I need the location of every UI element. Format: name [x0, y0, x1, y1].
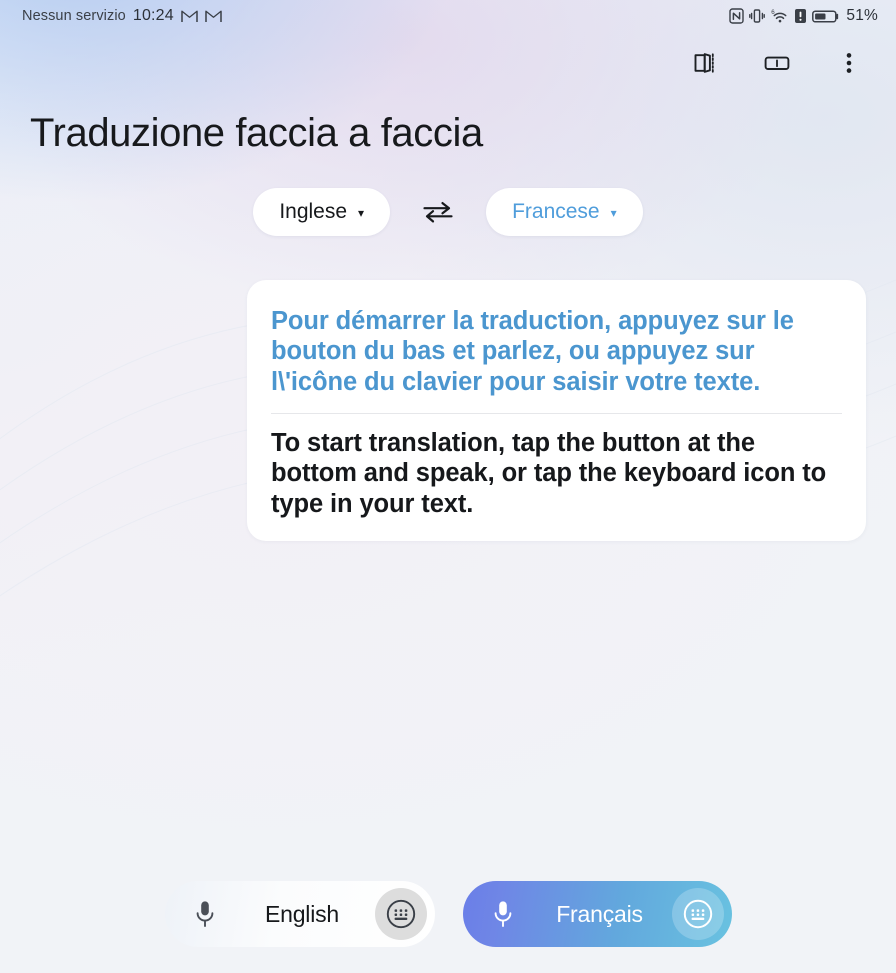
status-bar-right: 6 51%	[729, 7, 878, 25]
source-speak-button[interactable]: English	[165, 881, 435, 947]
bottom-action-bar: English Français	[0, 881, 896, 947]
translate-app-screen: Nessun servizio 10:24 6 51% Traduzione f…	[0, 0, 896, 973]
card-divider	[271, 413, 842, 415]
source-language-label: Inglese	[279, 200, 348, 223]
target-speak-label: Français	[556, 900, 643, 927]
microphone-icon	[494, 901, 512, 927]
more-vertical-icon-button[interactable]	[826, 40, 872, 86]
keyboard-icon	[683, 899, 713, 929]
flex-mode-book-icon	[694, 53, 714, 73]
wifi-6-icon: 6	[772, 9, 787, 23]
translated-instruction-text: Pour démarrer la traduction, appuyez sur…	[271, 307, 794, 396]
target-keyboard-button[interactable]	[672, 888, 724, 940]
keyboard-icon	[386, 899, 416, 929]
source-mic-icon-wrap[interactable]	[181, 899, 229, 929]
split-screen-icon-button[interactable]	[754, 40, 800, 86]
status-bar-left: Nessun servizio 10:24	[22, 7, 222, 25]
swap-horizontal-icon	[423, 202, 453, 223]
nfc-icon	[729, 8, 745, 24]
flex-mode-book-icon-button[interactable]	[682, 40, 728, 86]
language-selector-row: Inglese ▾ Francese ▾	[0, 188, 896, 236]
target-mic-icon-wrap[interactable]	[479, 899, 527, 929]
source-instruction-text: To start translation, tap the button at …	[271, 429, 827, 518]
sim-alert-icon	[795, 9, 807, 23]
swap-languages-button[interactable]	[416, 190, 460, 234]
more-vertical-icon	[846, 53, 852, 73]
split-screen-icon	[764, 56, 790, 70]
battery-percent-label: 51%	[846, 7, 878, 24]
instruction-card: Pour démarrer la traduction, appuyez sur…	[247, 280, 866, 542]
chevron-down-icon: ▾	[358, 206, 365, 220]
page-title: Traduzione faccia a faccia	[30, 111, 483, 155]
microphone-icon	[196, 901, 214, 927]
carrier-label: Nessun servizio	[22, 8, 126, 24]
top-action-bar	[0, 32, 896, 94]
gmail-icon	[181, 10, 198, 22]
target-speak-button[interactable]: Français	[463, 881, 732, 947]
source-speak-label: English	[264, 900, 340, 927]
gmail-icon	[205, 10, 222, 22]
battery-icon	[812, 9, 839, 23]
target-language-dropdown[interactable]: Francese ▾	[486, 188, 643, 236]
chevron-down-icon: ▾	[610, 206, 617, 220]
source-language-dropdown[interactable]: Inglese ▾	[253, 188, 391, 236]
status-bar: Nessun servizio 10:24 6 51%	[0, 0, 896, 32]
clock-label: 10:24	[132, 7, 174, 24]
target-language-label: Francese	[512, 200, 600, 223]
source-keyboard-button[interactable]	[375, 888, 427, 940]
vibrate-icon	[749, 9, 766, 23]
